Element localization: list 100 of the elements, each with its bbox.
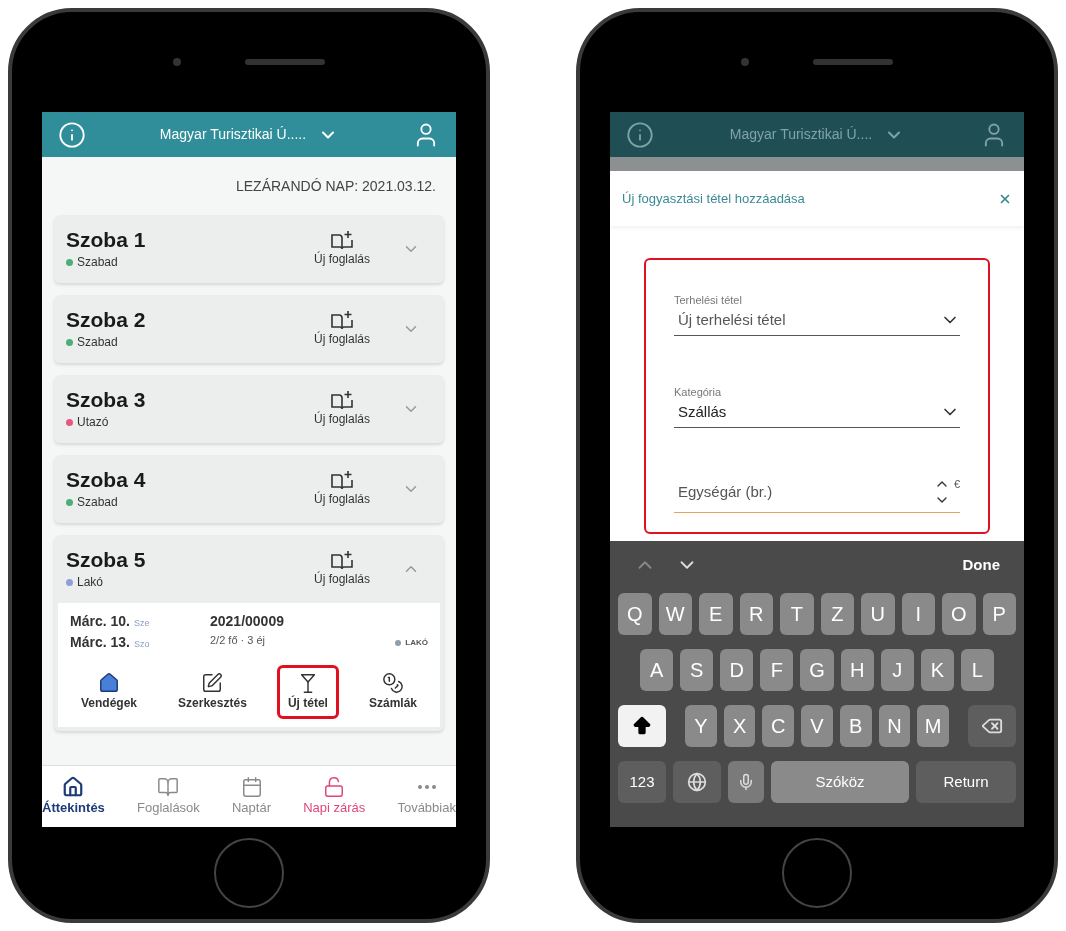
key[interactable]: B bbox=[839, 705, 872, 747]
booking-number: 2021/00009 bbox=[210, 612, 285, 631]
speaker-icon bbox=[813, 59, 893, 65]
key[interactable]: E bbox=[699, 593, 733, 635]
speaker-icon bbox=[245, 59, 325, 65]
key[interactable]: J bbox=[880, 649, 914, 691]
info-icon[interactable] bbox=[626, 120, 654, 149]
room-name: Szoba 2 bbox=[66, 306, 147, 333]
key[interactable]: W bbox=[658, 593, 692, 635]
key[interactable]: I bbox=[901, 593, 935, 635]
key[interactable]: P bbox=[982, 593, 1016, 635]
room-card[interactable]: Szoba 1 Szabad Új foglalás bbox=[54, 215, 444, 283]
action-button[interactable]: Új tétel bbox=[276, 665, 339, 719]
nav-tab[interactable]: Napi zárás bbox=[303, 775, 366, 818]
new-booking-button[interactable]: Új foglalás bbox=[313, 230, 370, 268]
room-card[interactable]: Szoba 3 Utazó Új foglalás bbox=[54, 375, 444, 443]
shift-key[interactable] bbox=[618, 705, 666, 747]
book-plus-icon bbox=[331, 470, 353, 490]
action-button[interactable]: Számlák bbox=[357, 665, 428, 719]
nav-tab[interactable]: Továbbiak bbox=[397, 775, 456, 818]
home-button[interactable] bbox=[214, 838, 284, 908]
nav-tab[interactable]: Naptár bbox=[232, 775, 271, 818]
house-icon bbox=[98, 672, 120, 694]
book-plus-icon bbox=[331, 390, 353, 410]
microphone-icon bbox=[737, 773, 755, 791]
room-card[interactable]: Szoba 5 Lakó Új foglalás Márc. 10. Sze Márc. 13. Szo 2021/00009 2/2 fő · 3 éj LAKÓ Vendégek Szerkesztés Új tétel Számlák bbox=[54, 535, 444, 731]
return-key[interactable]: Return bbox=[916, 761, 1016, 803]
key[interactable]: C bbox=[762, 705, 795, 747]
price-field[interactable]: Egységár (br.) bbox=[678, 480, 934, 504]
room-name: Szoba 4 bbox=[66, 466, 147, 493]
key[interactable]: T bbox=[780, 593, 814, 635]
book-plus-icon bbox=[331, 550, 353, 570]
globe-key[interactable] bbox=[673, 761, 721, 803]
nav-tab[interactable]: Áttekintés bbox=[42, 775, 105, 818]
guest-count: 2/2 fő · 3 éj bbox=[210, 633, 266, 648]
select-field[interactable]: Kategória Szállás bbox=[674, 384, 960, 428]
key[interactable]: A bbox=[640, 649, 674, 691]
camera-icon bbox=[173, 58, 181, 66]
home-button[interactable] bbox=[782, 838, 852, 908]
new-booking-button[interactable]: Új foglalás bbox=[313, 390, 370, 428]
room-status: Utazó bbox=[77, 414, 109, 432]
key[interactable]: M bbox=[917, 705, 950, 747]
closing-date: LEZÁRANDÓ NAP: 2021.03.12. bbox=[236, 176, 436, 196]
organization-name[interactable]: Magyar Turisztikai Ú..... bbox=[159, 124, 307, 145]
room-status: Lakó bbox=[77, 574, 104, 592]
room-status: Szabad bbox=[77, 334, 118, 352]
field-value: Szállás bbox=[678, 401, 727, 422]
arrival-day: Sze bbox=[133, 617, 150, 631]
space-key[interactable]: Szóköz bbox=[771, 761, 909, 803]
room-status: Szabad bbox=[77, 254, 118, 272]
new-booking-button[interactable]: Új foglalás bbox=[313, 550, 370, 588]
key[interactable]: L bbox=[960, 649, 994, 691]
microphone-key[interactable] bbox=[728, 761, 764, 803]
key[interactable]: N bbox=[878, 705, 911, 747]
unlock-icon bbox=[323, 775, 346, 798]
field-value: Új terhelési tétel bbox=[678, 309, 786, 330]
calendar-icon bbox=[240, 775, 263, 798]
book-icon bbox=[157, 775, 180, 798]
key[interactable]: K bbox=[920, 649, 954, 691]
modal-title: Új fogyasztási tétel hozzáadása bbox=[622, 189, 805, 208]
pen-square-icon bbox=[201, 672, 224, 694]
key[interactable]: Q bbox=[618, 593, 652, 635]
key[interactable]: O bbox=[942, 593, 976, 635]
organization-name[interactable]: Magyar Turisztikai Ú.... bbox=[729, 124, 873, 145]
room-status: Szabad bbox=[77, 494, 118, 512]
departure-day: Szo bbox=[133, 638, 150, 652]
home-icon bbox=[62, 775, 85, 798]
key[interactable]: S bbox=[680, 649, 714, 691]
numbers-key[interactable]: 123 bbox=[618, 761, 666, 803]
shift-icon bbox=[631, 715, 653, 737]
key[interactable]: V bbox=[801, 705, 833, 747]
key[interactable]: U bbox=[861, 593, 895, 635]
room-card[interactable]: Szoba 4 Szabad Új foglalás bbox=[54, 455, 444, 523]
new-booking-button[interactable]: Új foglalás bbox=[313, 310, 370, 348]
key[interactable]: Y bbox=[685, 705, 717, 747]
done-button[interactable]: Done bbox=[962, 553, 1000, 577]
booking-status: LAKÓ bbox=[405, 636, 428, 649]
key[interactable]: G bbox=[800, 649, 834, 691]
new-booking-button[interactable]: Új foglalás bbox=[313, 470, 370, 508]
backspace-key[interactable] bbox=[968, 705, 1017, 747]
nav-tab[interactable]: Foglalások bbox=[137, 775, 200, 818]
key[interactable]: F bbox=[760, 649, 794, 691]
room-card[interactable]: Szoba 2 Szabad Új foglalás bbox=[54, 295, 444, 363]
key[interactable]: D bbox=[720, 649, 754, 691]
key[interactable]: H bbox=[840, 649, 874, 691]
camera-icon bbox=[741, 58, 749, 66]
book-plus-icon bbox=[331, 230, 353, 250]
globe-icon bbox=[687, 772, 707, 792]
arrival-date: Márc. 10. bbox=[70, 612, 130, 631]
action-button[interactable]: Vendégek bbox=[70, 665, 149, 719]
book-plus-icon bbox=[331, 310, 353, 330]
currency-unit: € bbox=[953, 477, 960, 492]
field-label: Terhelési tétel bbox=[674, 293, 743, 308]
field-label: Kategória bbox=[674, 385, 723, 400]
action-button[interactable]: Szerkesztés bbox=[167, 665, 258, 719]
select-field[interactable]: Terhelési tétel Új terhelési tétel bbox=[674, 292, 960, 336]
key[interactable]: Z bbox=[820, 593, 854, 635]
more-icon bbox=[417, 784, 436, 789]
key[interactable]: R bbox=[739, 593, 773, 635]
key[interactable]: X bbox=[723, 705, 756, 747]
